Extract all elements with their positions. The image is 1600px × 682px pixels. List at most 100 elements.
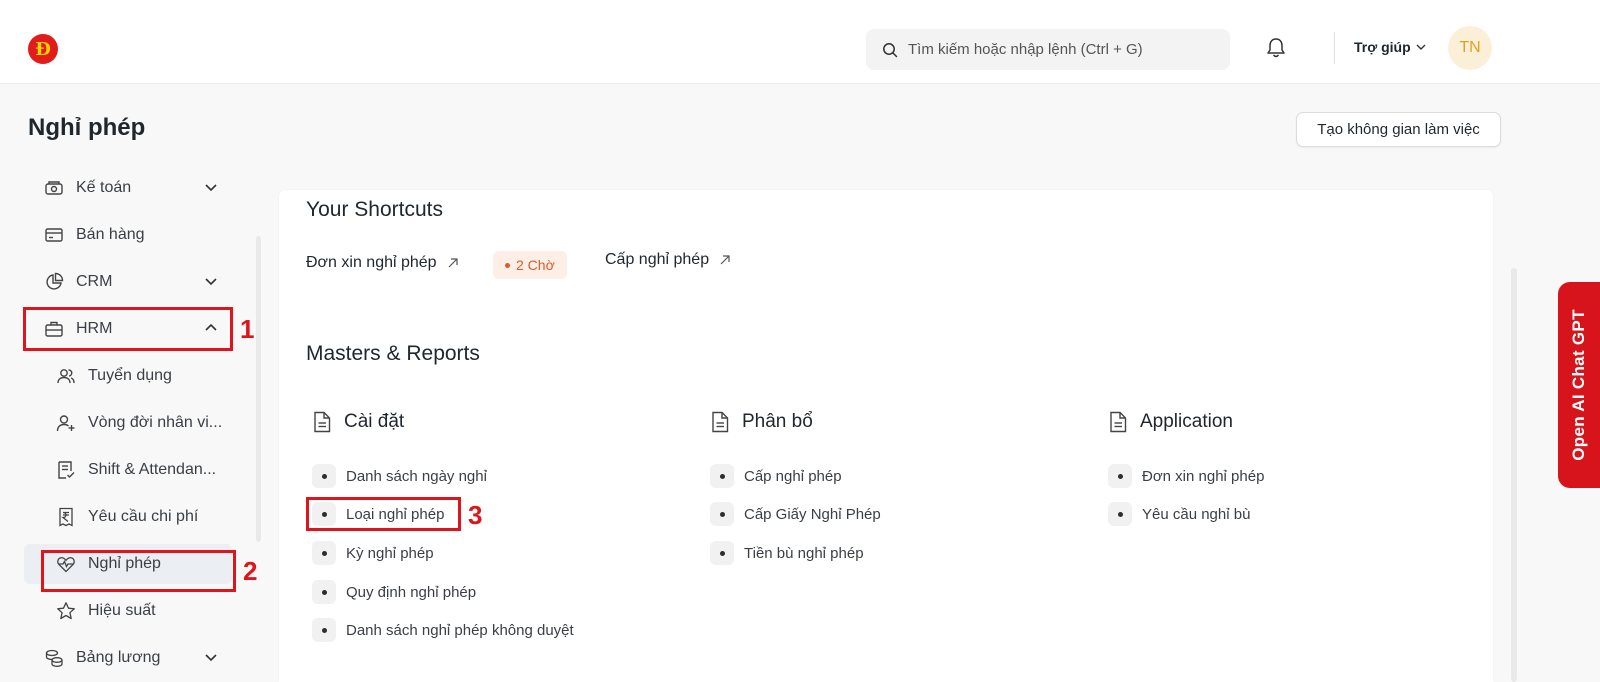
ai-tab-label: Open AI Chat GPT (1569, 309, 1589, 461)
bullet (1108, 502, 1132, 526)
link-label: Yêu cầu nghỉ bù (1142, 505, 1251, 523)
piggy-bank-icon (45, 181, 63, 195)
search-icon (883, 42, 898, 57)
bullet (312, 541, 336, 565)
shortcut-label: Đơn xin nghỉ phép (306, 254, 437, 271)
link-label: Đơn xin nghỉ phép (1142, 467, 1265, 485)
pending-count-badge[interactable]: 2 Chờ (493, 251, 567, 279)
badge-label: 2 Chờ (516, 257, 555, 273)
sidebar-scrollbar[interactable] (256, 236, 261, 542)
highlight-box-leave-type (306, 497, 461, 531)
shortcuts-heading: Your Shortcuts (306, 198, 443, 221)
sidebar-item-label: Yêu cầu chi phí (88, 508, 199, 525)
notification-bell-icon[interactable] (1266, 37, 1286, 59)
group-title: Application (1140, 411, 1233, 432)
link-leave-application[interactable]: Đơn xin nghỉ phép (1108, 464, 1264, 488)
link-label: Tiền bù nghỉ phép (744, 544, 864, 562)
sidebar: Kế toán Bán hàng CRM HRM Tuyển dụng Vòng… (0, 168, 262, 682)
sidebar-item-recruitment[interactable]: Tuyển dụng (24, 356, 232, 396)
navbar-divider (1334, 32, 1335, 64)
highlight-box-hrm (23, 307, 233, 351)
top-navbar: Đ Trợ giúp TN (0, 0, 1600, 84)
document-icon (1110, 411, 1127, 433)
page-title: Nghỉ phép (28, 114, 146, 141)
link-label: Danh sách ngày nghỉ (346, 467, 487, 485)
sidebar-item-sales[interactable]: Bán hàng (24, 215, 232, 255)
company-logo[interactable]: Đ (28, 34, 58, 64)
user-avatar[interactable]: TN (1448, 26, 1492, 70)
shortcut-label: Cấp nghỉ phép (605, 251, 710, 268)
shortcut-leave-allocation[interactable]: Cấp nghỉ phép (605, 251, 731, 269)
annotation-number-3: 3 (468, 500, 483, 530)
sidebar-item-label: Hiệu suất (88, 602, 156, 619)
avatar-initials: TN (1459, 39, 1481, 56)
arrow-up-right-icon (448, 258, 458, 268)
annotation-number-2: 2 (243, 556, 258, 586)
sidebar-item-label: Kế toán (76, 179, 132, 196)
bullet (312, 618, 336, 642)
sidebar-item-expense-claim[interactable]: Yêu cầu chi phí (24, 497, 232, 537)
create-workspace-button[interactable]: Tạo không gian làm việc (1296, 112, 1501, 147)
workspace-card (279, 190, 1493, 682)
sidebar-item-performance[interactable]: Hiệu suất (24, 591, 232, 631)
link-leave-policy[interactable]: Quy định nghỉ phép (312, 580, 476, 604)
link-label: Danh sách nghỉ phép không duyệt (346, 621, 574, 639)
coins-icon (45, 649, 63, 667)
bullet (312, 580, 336, 604)
link-compensatory-leave-request[interactable]: Yêu cầu nghỉ bù (1108, 502, 1250, 526)
chevron-down-icon[interactable] (204, 180, 218, 194)
document-icon (314, 411, 331, 433)
sidebar-item-payroll[interactable]: Bảng lương (24, 638, 232, 678)
open-ai-chat-tab[interactable]: Open AI Chat GPT (1558, 282, 1600, 488)
sidebar-item-employee-lifecycle[interactable]: Vòng đời nhân vi... (24, 403, 232, 443)
group-allocation-heading: Phân bổ (710, 411, 813, 433)
bullet (312, 464, 336, 488)
sidebar-item-accounting[interactable]: Kế toán (24, 168, 232, 208)
link-holiday-list[interactable]: Danh sách ngày nghỉ (312, 464, 487, 488)
sidebar-item-crm[interactable]: CRM (24, 262, 232, 302)
rupee-receipt-icon (59, 507, 73, 527)
group-settings-heading: Cài đặt (312, 411, 404, 433)
search-bar[interactable] (866, 29, 1230, 70)
sidebar-item-label: Bảng lương (76, 649, 161, 666)
shortcut-leave-application[interactable]: Đơn xin nghỉ phép (306, 254, 459, 272)
bullet (710, 464, 734, 488)
link-label: Kỳ nghỉ phép (346, 544, 434, 562)
checklist-icon (58, 461, 75, 479)
chevron-down-icon[interactable] (204, 650, 218, 664)
highlight-box-leave (41, 550, 236, 592)
link-label: Cấp nghỉ phép (744, 467, 842, 485)
group-title: Phân bổ (742, 411, 813, 432)
link-label: Cấp Giấy Nghỉ Phép (744, 505, 881, 523)
chevron-down-icon (1416, 44, 1426, 50)
bullet (710, 541, 734, 565)
link-leave-allocation[interactable]: Cấp nghỉ phép (710, 464, 842, 488)
bullet (710, 502, 734, 526)
sidebar-item-label: CRM (76, 273, 113, 290)
bullet (1108, 464, 1132, 488)
main-scrollbar[interactable] (1511, 268, 1517, 682)
link-leave-encashment[interactable]: Tiền bù nghỉ phép (710, 541, 864, 565)
user-add-icon (56, 415, 75, 432)
chevron-down-icon[interactable] (204, 274, 218, 288)
group-application-heading: Application (1108, 411, 1233, 433)
sidebar-item-shift-attendance[interactable]: Shift & Attendan... (24, 450, 232, 490)
card-icon (45, 228, 63, 242)
sidebar-item-label: Tuyển dụng (88, 367, 172, 384)
users-icon (57, 369, 75, 384)
star-icon (57, 602, 75, 620)
sidebar-item-label: Shift & Attendan... (88, 461, 217, 478)
sidebar-item-label: Bán hàng (76, 226, 145, 243)
help-label: Trợ giúp (1354, 39, 1411, 55)
arrow-up-right-icon (720, 255, 730, 265)
group-title: Cài đặt (344, 411, 405, 432)
logo-letter: Đ (35, 38, 51, 60)
link-leave-block-list[interactable]: Danh sách nghỉ phép không duyệt (312, 618, 574, 642)
link-leave-policy-assignment[interactable]: Cấp Giấy Nghỉ Phép (710, 502, 881, 526)
link-leave-period[interactable]: Kỳ nghỉ phép (312, 541, 434, 565)
search-input[interactable] (908, 41, 1208, 58)
masters-reports-heading: Masters & Reports (306, 342, 480, 365)
annotation-number-1: 1 (240, 314, 255, 344)
sidebar-item-label: Vòng đời nhân vi... (88, 414, 223, 431)
help-dropdown[interactable]: Trợ giúp (1354, 39, 1426, 55)
